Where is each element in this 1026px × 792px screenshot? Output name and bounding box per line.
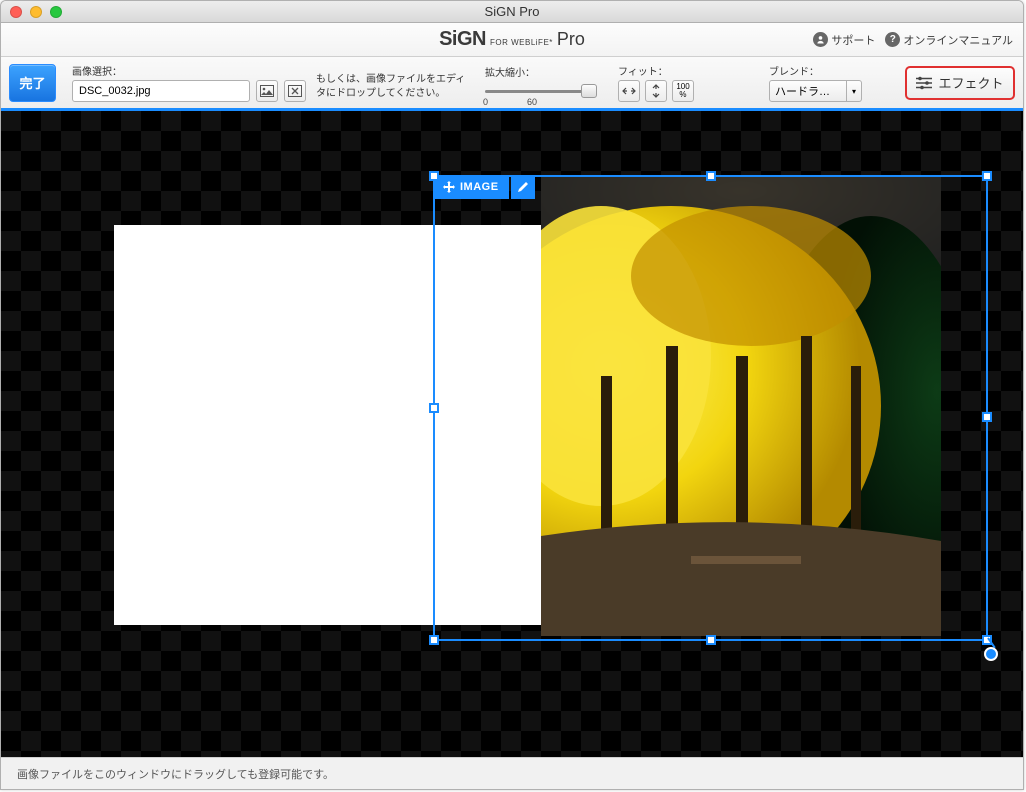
resize-handle-e[interactable]	[982, 412, 992, 422]
blend-label: ブレンド：	[769, 63, 862, 78]
effect-button[interactable]: エフェクト	[905, 66, 1015, 100]
brand-bar: SiGN FOR WEBLiFE* Pro サポート ? オンラインマニュアル	[1, 23, 1023, 57]
filename-field[interactable]: DSC_0032.jpg	[72, 80, 250, 102]
resize-handle-ne[interactable]	[982, 171, 992, 181]
titlebar: SiGN Pro	[1, 1, 1023, 23]
window-title: SiGN Pro	[1, 4, 1023, 19]
statusbar: 画像ファイルをこのウィンドウにドラッグしても登録可能です。	[1, 757, 1023, 789]
pencil-icon	[517, 181, 529, 193]
help-icon: ?	[885, 32, 900, 47]
resize-handle-nw[interactable]	[429, 171, 439, 181]
fit-label: フィット：	[618, 63, 694, 78]
app-window: SiGN Pro SiGN FOR WEBLiFE* Pro サポート ? オン…	[0, 0, 1024, 790]
toolbar: 完了 画像選択： DSC_0032.jpg もしくは、画像ファイルをエディタにド…	[1, 57, 1023, 111]
fit-vertical-button[interactable]	[645, 80, 667, 102]
clear-icon	[288, 85, 302, 97]
image-icon	[260, 85, 274, 97]
edit-selection-button[interactable]	[511, 175, 535, 199]
app-logo: SiGN FOR WEBLiFE* Pro	[439, 28, 585, 51]
user-icon	[813, 32, 828, 47]
resize-handle-sw[interactable]	[429, 635, 439, 645]
resize-handle-s[interactable]	[706, 635, 716, 645]
clear-image-button[interactable]	[284, 80, 306, 102]
selection-tag: IMAGE	[433, 175, 535, 199]
slider-thumb[interactable]	[581, 84, 597, 98]
selection-frame[interactable]: IMAGE	[433, 175, 988, 641]
fit-h-icon	[622, 86, 636, 96]
manual-link[interactable]: ? オンラインマニュアル	[885, 32, 1013, 48]
image-select-label: 画像選択：	[72, 63, 306, 78]
zoom-slider[interactable]: 0 60	[485, 81, 590, 101]
fit-horizontal-button[interactable]	[618, 80, 640, 102]
status-text: 画像ファイルをこのウィンドウにドラッグしても登録可能です。	[17, 766, 334, 782]
resize-handle-w[interactable]	[429, 403, 439, 413]
done-button[interactable]: 完了	[9, 64, 56, 102]
support-link[interactable]: サポート	[813, 32, 875, 48]
zoom-label: 拡大縮小：	[485, 64, 590, 79]
chevron-down-icon: ▾	[847, 80, 862, 102]
drop-hint: もしくは、画像ファイルをエディタにドロップしてください。	[316, 65, 471, 101]
editor-canvas[interactable]: IMAGE	[1, 111, 1023, 757]
resize-handle-n[interactable]	[706, 171, 716, 181]
browse-image-button[interactable]	[256, 80, 278, 102]
blend-select[interactable]: ハードラ… ▾	[769, 80, 862, 102]
fit-v-icon	[651, 84, 661, 98]
rotate-handle[interactable]	[984, 647, 998, 661]
move-icon	[443, 181, 455, 193]
fit-100-button[interactable]: 100 %	[672, 80, 694, 102]
sliders-icon	[916, 76, 932, 90]
